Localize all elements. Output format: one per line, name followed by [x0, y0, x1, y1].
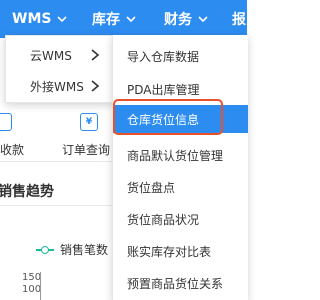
submenu-item-warehouse-location-info[interactable]: 仓库货位信息 — [113, 105, 248, 133]
nav-inventory-label: 库存 — [92, 12, 120, 28]
sales-trend-title: 销售趋势 — [0, 184, 54, 200]
submenu-item-default-location-mgmt[interactable]: 商品默认货位管理 — [113, 141, 248, 169]
wms-dropdown-menu: 云WMS 外接WMS — [5, 35, 113, 103]
legend-label: 销售笔数 — [60, 243, 109, 257]
top-nav-bar: WMS 库存 财务 报 — [0, 0, 247, 38]
submenu-item-label: 仓库货位信息 — [127, 112, 200, 127]
nav-report-label: 报 — [232, 12, 246, 28]
menu-item-cloud-wms[interactable]: 云WMS — [6, 42, 112, 68]
shortcut-receipt-label[interactable]: 收款 — [0, 141, 24, 158]
submenu-item-book-vs-actual[interactable]: 账实库存对比表 — [113, 237, 248, 265]
submenu-item-label: 导入仓库数据 — [127, 49, 200, 64]
yen-icon-glyph: ¥ — [85, 117, 93, 127]
menu-item-label: 外接WMS — [30, 79, 84, 94]
shortcut-order-query-label[interactable]: 订单查询 — [62, 141, 110, 158]
y-tick-label: 150 — [22, 272, 42, 283]
legend-line-icon — [36, 245, 54, 254]
menu-item-external-wms[interactable]: 外接WMS — [6, 73, 112, 99]
submenu-item-label: 货位盘点 — [127, 180, 176, 195]
submenu-item-location-goods-status[interactable]: 货位商品状况 — [113, 205, 248, 233]
y-tick-label: 100 — [22, 284, 42, 295]
nav-inventory[interactable]: 库存 — [92, 0, 137, 38]
receipt-icon[interactable] — [0, 113, 12, 131]
submenu-item-preset-location-relation[interactable]: 预置商品货位关系 — [113, 269, 248, 297]
submenu-item-label: PDA出库管理 — [127, 82, 200, 97]
submenu-item-label: 预置商品货位关系 — [127, 276, 224, 291]
yen-icon[interactable]: ¥ — [80, 113, 98, 131]
cloud-wms-submenu: 导入仓库数据 PDA出库管理 仓库货位信息 商品默认货位管理 货位盘点 货位商品… — [112, 35, 248, 300]
chevron-right-icon — [91, 49, 100, 61]
submenu-item-label: 账实库存对比表 — [127, 244, 212, 259]
submenu-item-label: 商品默认货位管理 — [127, 148, 224, 163]
chevron-down-icon — [126, 16, 136, 23]
chevron-down-icon — [198, 16, 208, 23]
nav-report[interactable]: 报 — [232, 0, 246, 38]
submenu-item-location-stocktake[interactable]: 货位盘点 — [113, 173, 248, 201]
nav-finance-label: 财务 — [164, 12, 192, 28]
nav-finance[interactable]: 财务 — [164, 0, 209, 38]
nav-wms[interactable]: WMS — [12, 0, 68, 38]
nav-wms-label: WMS — [12, 11, 52, 27]
chevron-right-icon — [91, 80, 100, 92]
chart-legend[interactable]: 销售笔数 — [36, 241, 108, 258]
submenu-item-label: 货位商品状况 — [127, 212, 200, 227]
y-axis-line — [40, 272, 41, 300]
menu-item-label: 云WMS — [30, 48, 72, 63]
submenu-item-import-warehouse-data[interactable]: 导入仓库数据 — [113, 42, 248, 70]
submenu-item-pda-outbound[interactable]: PDA出库管理 — [113, 75, 248, 103]
chevron-down-icon — [57, 16, 68, 23]
